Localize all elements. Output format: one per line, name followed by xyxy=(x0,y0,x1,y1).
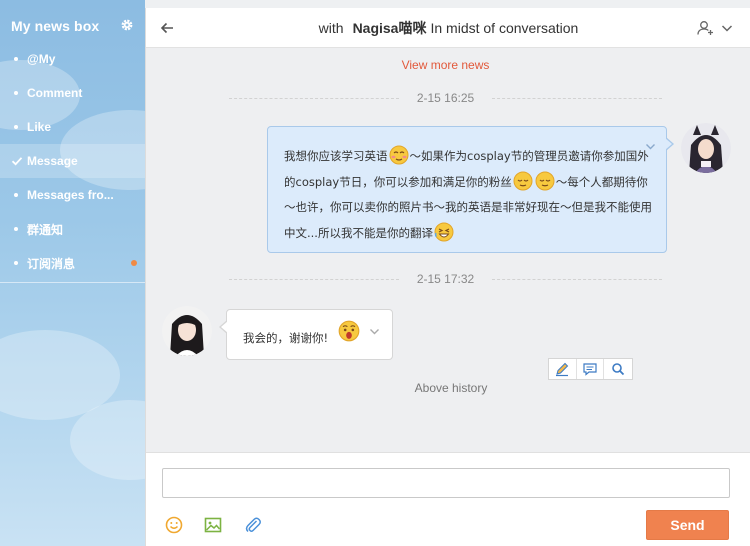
bullet-icon xyxy=(14,227,18,231)
sidebar-item-comment[interactable]: Comment xyxy=(0,76,145,110)
timestamp: 2-15 16:25 xyxy=(416,91,475,105)
conversation-header: with Nagisa喵咪 In midst of conversation xyxy=(146,8,750,48)
sidebar-item-label: @My xyxy=(27,52,56,66)
chevron-down-icon[interactable] xyxy=(721,22,733,34)
laughing-emoji-icon xyxy=(434,222,454,241)
view-more-link[interactable]: View more news xyxy=(146,58,745,72)
message-input[interactable] xyxy=(162,468,730,498)
attachment-icon[interactable] xyxy=(243,515,263,535)
back-arrow-icon[interactable] xyxy=(159,20,175,36)
timestamp: 2-15 17:32 xyxy=(416,272,475,286)
send-button[interactable]: Send xyxy=(646,510,729,540)
contact-name[interactable]: Nagisa喵咪 xyxy=(353,20,427,36)
sidebar-divider xyxy=(0,282,145,283)
sidebar-item-label: 订阅消息 xyxy=(27,256,76,271)
sidebar-item-message[interactable]: Message xyxy=(0,144,145,178)
sidebar-title: My news box xyxy=(11,18,100,34)
bullet-icon xyxy=(14,91,18,95)
outgoing-message: 我想你应该学习英语 ～如果作为cosplay节的管理员邀请你参加国外的cospl… xyxy=(267,126,674,253)
bullet-icon xyxy=(14,261,18,265)
comment-icon xyxy=(583,363,597,376)
search-button[interactable] xyxy=(604,359,632,379)
message-menu-chevron-icon[interactable] xyxy=(369,326,380,337)
message-actions-toolbar xyxy=(548,358,633,380)
add-user-icon[interactable] xyxy=(696,19,714,37)
sidebar-item-label: 群通知 xyxy=(27,222,64,237)
edit-button[interactable] xyxy=(549,359,577,379)
shy-emoji-icon xyxy=(389,145,408,165)
bullet-icon xyxy=(14,57,18,61)
bullet-icon xyxy=(14,193,18,197)
content-emoji-icon xyxy=(513,171,533,190)
bullet-icon xyxy=(14,125,18,129)
sidebar-item-label: Like xyxy=(27,120,52,134)
sidebar-item-like[interactable]: Like xyxy=(0,110,145,144)
pencil-icon xyxy=(556,362,569,377)
surprised-emoji-icon xyxy=(338,320,360,342)
conversation-title: with Nagisa喵咪 In midst of conversation xyxy=(319,18,579,38)
incoming-message: 我会的，谢谢你! xyxy=(219,309,393,360)
comment-button[interactable] xyxy=(577,359,605,379)
conversation-status: In midst of conversation xyxy=(430,19,579,36)
check-icon xyxy=(11,157,23,166)
sidebar-item-label: Comment xyxy=(27,86,83,100)
sidebar-nav: @My Comment Like Message Messages fro...… xyxy=(0,42,145,280)
timestamp-divider: 2-15 16:25 xyxy=(229,91,663,105)
sidebar-item-subscriptions[interactable]: 订阅消息 xyxy=(0,246,145,280)
sidebar-item-messages-from[interactable]: Messages fro... xyxy=(0,178,145,212)
sidebar: My news box @My Comment Like Message Mes… xyxy=(0,0,145,546)
with-label: with xyxy=(318,19,344,36)
message-menu-chevron-icon[interactable] xyxy=(645,141,656,152)
timestamp-divider: 2-15 17:32 xyxy=(229,272,663,286)
message-composer: Send xyxy=(146,452,750,546)
contact-avatar[interactable] xyxy=(162,306,212,356)
message-text: 我想你应该学习英语 xyxy=(284,149,388,163)
gear-icon[interactable] xyxy=(120,18,134,32)
sidebar-item-at-me[interactable]: @My xyxy=(0,42,145,76)
image-upload-icon[interactable] xyxy=(203,515,223,535)
history-divider-label: Above history xyxy=(414,381,488,395)
sidebar-item-label: Message xyxy=(27,154,78,168)
emoji-picker-icon[interactable] xyxy=(164,515,184,535)
message-text: 我会的，谢谢你! xyxy=(243,331,329,345)
unread-dot xyxy=(131,260,137,266)
conversation-panel: with Nagisa喵咪 In midst of conversation Vie… xyxy=(145,8,750,546)
my-avatar[interactable] xyxy=(681,123,731,173)
sidebar-item-group-notice[interactable]: 群通知 xyxy=(0,212,145,246)
sidebar-item-label: Messages fro... xyxy=(27,188,114,202)
search-icon xyxy=(612,363,625,376)
content-emoji-icon xyxy=(535,171,555,190)
